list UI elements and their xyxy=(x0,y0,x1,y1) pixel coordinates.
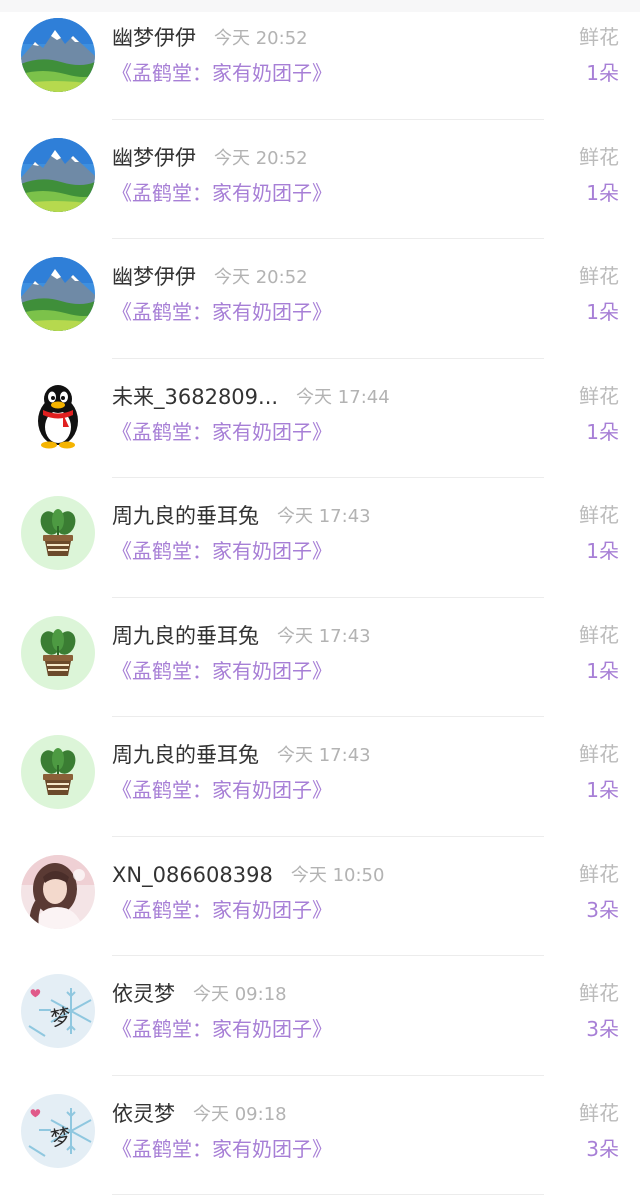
gift-count: 1朵 xyxy=(586,658,619,684)
mountain-landscape-avatar[interactable] xyxy=(21,138,95,212)
gift-count: 1朵 xyxy=(586,538,619,564)
book-title-link[interactable]: 《孟鹤堂：家有奶团子》 xyxy=(112,180,332,206)
timestamp: 今天 17:44 xyxy=(296,387,390,409)
gift-count: 1朵 xyxy=(586,419,619,445)
gift-type-label: 鲜花 xyxy=(579,263,619,289)
snowflake-meng-icon: 梦 xyxy=(21,974,95,1048)
gift-record-row[interactable]: XN_086608398 今天 10:50 《孟鹤堂：家有奶团子》 鲜花 3朵 xyxy=(0,837,640,957)
mountain-landscape-icon xyxy=(21,138,95,212)
gift-record-row[interactable]: 周九良的垂耳兔今天 17:43 《孟鹤堂：家有奶团子》 鲜花 1朵 xyxy=(0,478,640,598)
mountain-landscape-avatar[interactable] xyxy=(21,18,95,92)
user-name[interactable]: 周九良的垂耳兔 xyxy=(112,622,259,650)
qq-penguin-avatar[interactable] xyxy=(21,377,95,451)
gift-count: 1朵 xyxy=(586,299,619,325)
potted-plant-icon xyxy=(21,735,95,809)
user-name[interactable]: 依灵梦 xyxy=(112,980,175,1008)
timestamp: 今天 20:52 xyxy=(214,148,308,170)
gift-record-row[interactable]: 未来_3682809... 今天 17:44 《孟鹤堂：家有奶团子》 鲜花 1朵 xyxy=(0,359,640,479)
potted-plant-avatar[interactable] xyxy=(21,496,95,570)
snowflake-meng-icon: 梦 xyxy=(21,1094,95,1168)
penguin-icon xyxy=(21,377,95,451)
book-title-link[interactable]: 《孟鹤堂：家有奶团子》 xyxy=(112,897,332,923)
book-title-link[interactable]: 《孟鹤堂：家有奶团子》 xyxy=(112,299,332,325)
mountain-landscape-icon xyxy=(21,18,95,92)
gift-count: 3朵 xyxy=(586,1136,619,1162)
potted-plant-avatar[interactable] xyxy=(21,616,95,690)
user-name[interactable]: 周九良的垂耳兔 xyxy=(112,741,259,769)
potted-plant-icon xyxy=(21,496,95,570)
gift-type-label: 鲜花 xyxy=(579,1100,619,1126)
user-name[interactable]: 依灵梦 xyxy=(112,1100,175,1128)
gift-type-label: 鲜花 xyxy=(579,383,619,409)
gift-count: 1朵 xyxy=(586,60,619,86)
gift-type-label: 鲜花 xyxy=(579,144,619,170)
user-name[interactable]: XN_086608398 xyxy=(112,861,273,889)
gift-type-label: 鲜花 xyxy=(579,980,619,1006)
gift-count: 1朵 xyxy=(586,777,619,803)
girl-photo-avatar[interactable] xyxy=(21,855,95,929)
user-name[interactable]: 周九良的垂耳兔 xyxy=(112,502,259,530)
girl-photo-icon xyxy=(21,855,95,929)
gift-record-row[interactable]: 幽梦伊伊今天 20:52 《孟鹤堂：家有奶团子》 鲜花 1朵 xyxy=(0,0,640,120)
mountain-landscape-avatar[interactable] xyxy=(21,257,95,331)
user-name[interactable]: 幽梦伊伊 xyxy=(112,263,196,291)
timestamp: 今天 17:43 xyxy=(277,745,371,767)
user-name[interactable]: 幽梦伊伊 xyxy=(112,144,196,172)
timestamp: 今天 20:52 xyxy=(214,28,308,50)
gift-count: 1朵 xyxy=(586,180,619,206)
gift-record-row[interactable]: 幽梦伊伊今天 20:52 《孟鹤堂：家有奶团子》 鲜花 1朵 xyxy=(0,239,640,359)
user-name[interactable]: 未来_3682809... xyxy=(112,383,278,411)
book-title-link[interactable]: 《孟鹤堂：家有奶团子》 xyxy=(112,1136,332,1162)
gift-record-row[interactable]: 周九良的垂耳兔今天 17:43 《孟鹤堂：家有奶团子》 鲜花 1朵 xyxy=(0,717,640,837)
snowflake-meng-avatar[interactable]: 梦 xyxy=(21,1094,95,1168)
book-title-link[interactable]: 《孟鹤堂：家有奶团子》 xyxy=(112,658,332,684)
gift-type-label: 鲜花 xyxy=(579,861,619,887)
book-title-link[interactable]: 《孟鹤堂：家有奶团子》 xyxy=(112,777,332,803)
timestamp: 今天 09:18 xyxy=(193,1104,287,1126)
book-title-link[interactable]: 《孟鹤堂：家有奶团子》 xyxy=(112,538,332,564)
potted-plant-icon xyxy=(21,616,95,690)
gift-count: 3朵 xyxy=(586,1016,619,1042)
gift-type-label: 鲜花 xyxy=(579,24,619,50)
snowflake-meng-avatar[interactable]: 梦 xyxy=(21,974,95,1048)
gift-count: 3朵 xyxy=(586,897,619,923)
mountain-landscape-icon xyxy=(21,257,95,331)
timestamp: 今天 09:18 xyxy=(193,984,287,1006)
gift-record-row[interactable]: 周九良的垂耳兔今天 17:43 《孟鹤堂：家有奶团子》 鲜花 1朵 xyxy=(0,598,640,718)
gift-record-row[interactable]: 幽梦伊伊今天 20:52 《孟鹤堂：家有奶团子》 鲜花 1朵 xyxy=(0,120,640,240)
user-name[interactable]: 幽梦伊伊 xyxy=(112,24,196,52)
book-title-link[interactable]: 《孟鹤堂：家有奶团子》 xyxy=(112,60,332,86)
gift-type-label: 鲜花 xyxy=(579,622,619,648)
potted-plant-avatar[interactable] xyxy=(21,735,95,809)
timestamp: 今天 10:50 xyxy=(291,865,385,887)
timestamp: 今天 17:43 xyxy=(277,626,371,648)
gift-record-row[interactable]: 梦 依灵梦今天 09:18 《孟鹤堂：家有奶团子》 鲜花 3朵 xyxy=(0,1076,640,1195)
timestamp: 今天 17:43 xyxy=(277,506,371,528)
book-title-link[interactable]: 《孟鹤堂：家有奶团子》 xyxy=(112,1016,332,1042)
timestamp: 今天 20:52 xyxy=(214,267,308,289)
gift-record-row[interactable]: 梦 依灵梦今天 09:18 《孟鹤堂：家有奶团子》 鲜花 3朵 xyxy=(0,956,640,1076)
book-title-link[interactable]: 《孟鹤堂：家有奶团子》 xyxy=(112,419,332,445)
gift-type-label: 鲜花 xyxy=(579,741,619,767)
gift-type-label: 鲜花 xyxy=(579,502,619,528)
